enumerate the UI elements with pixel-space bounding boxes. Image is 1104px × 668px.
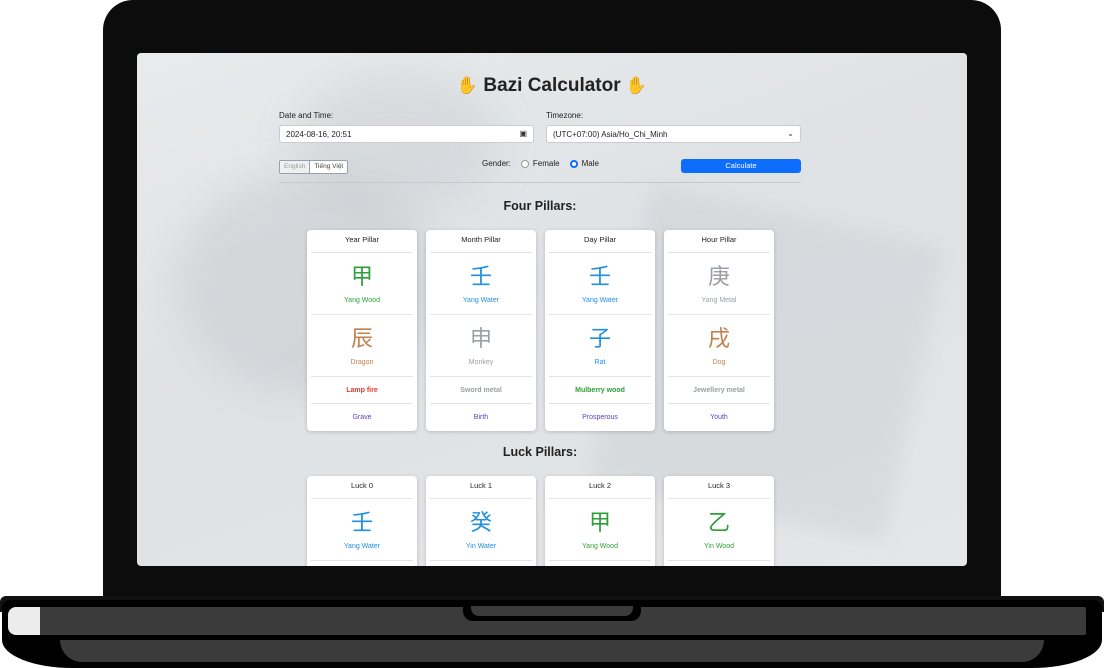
heavenly-stem: 庚 Yang Metal [668,253,770,315]
stem-name: Yang Wood [344,297,380,304]
four-pillars-title: Four Pillars: [503,199,577,213]
laptop-frame: ✋ Bazi Calculator ✋ Date and Time: 2024-… [0,0,1104,668]
branch-char: 申 [469,327,492,352]
male-label[interactable]: Male [582,159,599,168]
life-stage: Birth [473,414,489,421]
stem-char: 甲 [588,511,611,536]
divider [279,182,801,183]
branch-char: 戌 [707,327,730,352]
stem-name: Yang Water [581,297,619,304]
datetime-label: Date and Time: [279,111,334,120]
pillar-header: Luck 2 [549,476,651,499]
nayin: Jewellery metal [668,377,770,404]
year-pillar-card: Year Pillar 甲 Yang Wood 辰 Dragon Lamp fi… [307,230,417,431]
nayin: Mulberry wood [549,377,651,404]
life-stage: Grave [352,414,372,421]
hour-pillar-card: Hour Pillar 庚 Yang Metal 戌 Dog Jewellery… [664,230,774,431]
stem-name: Yin Water [465,543,497,550]
stem-char: 壬 [350,511,373,536]
calculate-button[interactable]: Calculate [681,159,801,173]
earthly-branch: 申 Monkey [430,315,532,377]
timezone-label: Timezone: [546,111,584,120]
pillar-header: Year Pillar [311,230,413,253]
stem-name: Yang Metal [701,297,737,304]
screen: ✋ Bazi Calculator ✋ Date and Time: 2024-… [137,53,967,566]
earthly-branch: 戌 Dog [668,315,770,377]
laptop-base-edge [8,607,40,635]
heavenly-stem: 乙 Yin Wood [668,499,770,561]
female-label[interactable]: Female [533,159,560,168]
nayin: Sword metal [430,377,532,404]
pillar-header: Luck 3 [668,476,770,499]
stem-name: Yin Wood [704,543,734,550]
bazi-app: ✋ Bazi Calculator ✋ Date and Time: 2024-… [137,53,967,566]
luck-pillar-card: Luck 2 甲 Yang Wood [545,476,655,566]
language-switcher: English Tiếng Việt [279,160,349,174]
branch-name: Monkey [468,359,494,366]
stem-char: 甲 [350,265,373,290]
stem-char: 乙 [707,511,730,536]
month-pillar-card: Month Pillar 壬 Yang Water 申 Monkey Sword… [426,230,536,431]
datetime-value: 2024-08-16, 20:51 [286,130,352,139]
laptop-base-bottom [60,640,1044,662]
nayin: Lamp fire [311,377,413,404]
heavenly-stem: 癸 Yin Water [430,499,532,561]
timezone-select[interactable]: (UTC+07:00) Asia/Ho_Chi_Minh ⌄ [546,125,801,143]
branch-name: Dragon [350,359,374,366]
pillar-header: Luck 1 [430,476,532,499]
heavenly-stem: 壬 Yang Water [430,253,532,315]
stem-name: Yang Water [343,543,381,550]
stem-char: 壬 [469,265,492,290]
hamsa-icon: ✋ [456,76,479,95]
day-pillar-card: Day Pillar 壬 Yang Water 子 Rat Mulberry w… [545,230,655,431]
stem-name: Yang Wood [582,543,618,550]
laptop-notch-inner [471,606,633,616]
earthly-branch: 子 Rat [549,315,651,377]
luck-pillar-card: Luck 0 壬 Yang Water [307,476,417,566]
life-stage: Youth [710,414,728,421]
luck-pillars-title: Luck Pillars: [502,445,578,459]
heavenly-stem: 甲 Yang Wood [311,253,413,315]
branch-name: Dog [712,359,726,366]
heavenly-stem: 甲 Yang Wood [549,499,651,561]
stem-char: 壬 [588,265,611,290]
earthly-branch: 辰 Dragon [311,315,413,377]
pillar-header: Month Pillar [430,230,532,253]
hamsa-icon: ✋ [625,76,648,95]
luck-pillar-card: Luck 3 乙 Yin Wood [664,476,774,566]
branch-name: Rat [594,359,606,366]
luck-pillar-card: Luck 1 癸 Yin Water [426,476,536,566]
branch-char: 子 [588,327,611,352]
calendar-icon[interactable]: ▣ [519,129,527,138]
lang-vietnamese-button[interactable]: Tiếng Việt [310,161,348,173]
gender-group: Gender: Female Male [482,159,599,168]
pillar-header: Luck 0 [311,476,413,499]
life-stage: Prosperous [582,414,618,421]
app-title: Bazi Calculator [483,75,621,96]
male-radio[interactable] [569,159,578,168]
heavenly-stem: 壬 Yang Water [549,253,651,315]
stem-char: 庚 [707,265,730,290]
pillar-header: Hour Pillar [668,230,770,253]
datetime-input[interactable]: 2024-08-16, 20:51 ▣ [279,125,534,143]
pillar-header: Day Pillar [549,230,651,253]
lang-english-button[interactable]: English [280,161,311,173]
female-radio[interactable] [520,159,529,168]
chevron-down-icon: ⌄ [787,129,794,138]
timezone-value: (UTC+07:00) Asia/Ho_Chi_Minh [553,130,668,139]
heavenly-stem: 壬 Yang Water [311,499,413,561]
stem-name: Yang Water [462,297,500,304]
branch-char: 辰 [350,327,373,352]
page-title: ✋ Bazi Calculator ✋ [137,75,967,97]
gender-label: Gender: [482,159,511,168]
stem-char: 癸 [469,511,492,536]
